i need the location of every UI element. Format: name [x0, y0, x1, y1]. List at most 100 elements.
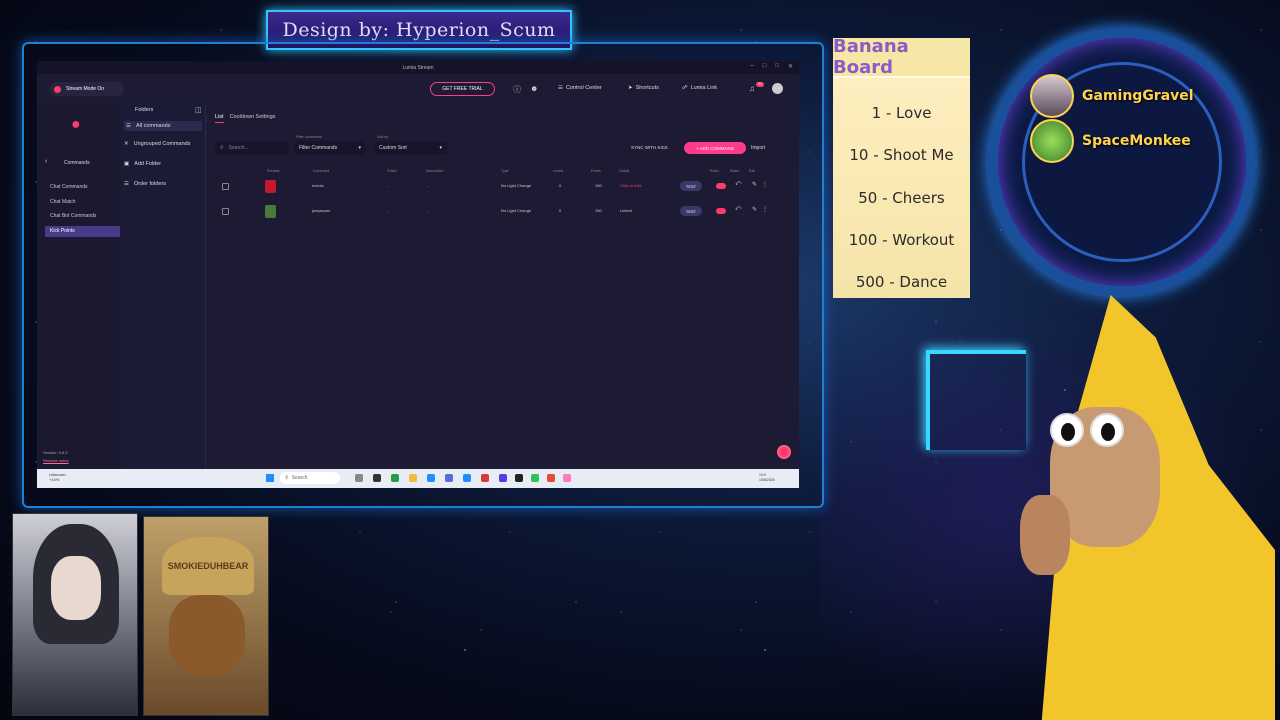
sliders-icon: ☰: [558, 85, 563, 91]
row-checkbox[interactable]: [222, 183, 229, 190]
avatar[interactable]: [772, 83, 783, 94]
more-icon[interactable]: ⋮: [762, 181, 768, 188]
col-share: Share: [730, 169, 740, 173]
import-button[interactable]: Import: [751, 145, 765, 151]
col-levels: Levels: [553, 169, 564, 173]
row-command: jumpscare: [312, 208, 331, 213]
nav-item-chat-commands[interactable]: Chat Commands: [50, 184, 88, 190]
app-window: Lumia Stream – □ □ ✕ Stream Mode On GET …: [37, 61, 799, 469]
main-nav: ● ‹ Commands Chat Commands Chat Match Ch…: [37, 104, 121, 469]
nav-item-kick-points[interactable]: Kick Points: [50, 228, 75, 234]
lumia-link-button[interactable]: ☍ Lumia Link: [682, 85, 717, 91]
taskbar-clock[interactable]: 10:0 10/8/2025: [759, 473, 775, 483]
edit-icon[interactable]: ✎: [752, 181, 757, 188]
table-row[interactable]: jumpscare - - No Light Change 0 150 Link…: [207, 204, 799, 222]
help-icon[interactable]: ⓘ: [513, 84, 521, 95]
col-type: Type: [501, 169, 509, 173]
collapse-panel-icon[interactable]: ◫: [195, 106, 202, 114]
row-checkbox[interactable]: [222, 208, 229, 215]
test-button[interactable]: TEST: [680, 181, 702, 191]
shortcuts-button[interactable]: ➤ Shortcuts: [628, 85, 659, 91]
taskbar-app-icon[interactable]: [445, 474, 453, 482]
add-folder-button[interactable]: ▣ Add Folder: [124, 161, 161, 167]
lumia-taskbar-icon[interactable]: [563, 474, 571, 482]
back-chevron-icon[interactable]: ‹: [45, 158, 47, 165]
window-title: Lumia Stream: [402, 64, 434, 71]
folder-all-label: All commands: [135, 123, 171, 129]
preview-thumbnail: [265, 205, 276, 218]
folder-plus-icon: ▣: [124, 161, 130, 167]
row-type: No Light Change: [501, 208, 532, 213]
maximize-icon[interactable]: □: [775, 63, 779, 70]
release-notes-link[interactable]: Release notes: [43, 458, 69, 463]
close-icon[interactable]: ✕: [788, 63, 793, 70]
lumia-link-label: Lumia Link: [690, 85, 718, 91]
googly-eye-icon: [1090, 413, 1124, 447]
row-command: ecbols: [312, 183, 324, 188]
sort-select[interactable]: Custom Sort ▾: [374, 141, 447, 155]
taskbar-app-icon[interactable]: [391, 474, 399, 482]
search-field[interactable]: ⚲ Search...: [215, 141, 289, 155]
edit-icon[interactable]: ✎: [752, 206, 757, 213]
clock-date: 10/8/2025: [759, 478, 775, 482]
nav-item-chat-match[interactable]: Chat Match: [50, 199, 76, 205]
share-icon[interactable]: ⤺: [735, 181, 741, 188]
add-command-button[interactable]: + ADD COMMAND: [684, 142, 746, 154]
table-row[interactable]: ecbols - - No Light Change 0 150 Click t…: [207, 179, 799, 197]
folder-icon[interactable]: [409, 474, 417, 482]
tab-bar: List Cooldown Settings: [215, 114, 275, 123]
taskbar-app-icon[interactable]: [373, 474, 381, 482]
col-points: Points: [591, 169, 601, 173]
spotify-icon[interactable]: [531, 474, 539, 482]
minimize-icon[interactable]: –: [750, 63, 753, 70]
taskbar-app-icon[interactable]: [355, 474, 363, 482]
folder-all-commands[interactable]: ☰ All commands: [124, 121, 202, 131]
lumia-logo-icon: ●: [71, 116, 81, 133]
taskbar-app-icon[interactable]: [463, 474, 471, 482]
dropdown-arrow-icon: ▾: [358, 145, 361, 151]
subscriber-name: GamingGravel: [1082, 88, 1194, 104]
preview-thumbnail: [265, 180, 276, 193]
col-command: Command: [313, 169, 330, 173]
sort-value: Custom Sort: [379, 145, 407, 151]
taskbar-app-icon[interactable]: [481, 474, 489, 482]
control-center-button[interactable]: ☰ Control Center: [558, 85, 602, 91]
folder-ungrouped-label: Ungrouped Commands: [133, 141, 191, 147]
streamer-banana-costume: [1000, 295, 1275, 720]
sync-with-kick-button[interactable]: SYNC WITH KICK: [631, 145, 668, 150]
free-trial-button[interactable]: GET FREE TRIAL: [430, 82, 495, 96]
bell-icon[interactable]: ♫: [749, 84, 755, 93]
tab-list[interactable]: List: [215, 114, 224, 123]
row-global[interactable]: Linked: [620, 208, 632, 213]
folder-panel: Folders ◫ ☰ All commands ✕ Ungrouped Comma…: [121, 104, 206, 469]
more-icon[interactable]: ⋮: [762, 206, 768, 213]
chrome-icon[interactable]: [547, 474, 555, 482]
weather-widget[interactable]: Unknown +14%: [49, 472, 66, 482]
nav-item-chat-bot-commands[interactable]: Chat Bot Commands: [50, 213, 96, 219]
folder-ungrouped[interactable]: ✕ Ungrouped Commands: [124, 141, 190, 147]
tab-cooldown-settings[interactable]: Cooldown Settings: [230, 114, 276, 123]
row-global[interactable]: Click to Edit: [620, 183, 641, 188]
taskbar-app-icon[interactable]: [499, 474, 507, 482]
order-folders-button[interactable]: ☰ Order folders: [124, 181, 166, 187]
commands-main: List Cooldown Settings ⚲ Search... Filte…: [207, 104, 799, 469]
subscriber-avatar: [1030, 74, 1074, 118]
rules-toggle[interactable]: [716, 183, 726, 189]
user-icon[interactable]: ☻: [530, 84, 538, 93]
share-icon[interactable]: ⤺: [735, 206, 741, 213]
sort-label: Sort by: [377, 135, 389, 139]
test-button[interactable]: TEST: [680, 206, 702, 216]
pin-icon: ➤: [628, 85, 633, 91]
record-fab-button[interactable]: [777, 445, 791, 459]
row-description: -: [427, 208, 429, 213]
taskbar-search[interactable]: ⚲ Search: [280, 472, 340, 484]
control-center-label: Control Center: [565, 85, 602, 91]
filter-select[interactable]: Filter Commands ▾: [294, 141, 366, 155]
restore-icon[interactable]: □: [763, 63, 767, 70]
taskbar-app-icon[interactable]: [515, 474, 523, 482]
edge-icon[interactable]: [427, 474, 435, 482]
rules-toggle[interactable]: [716, 208, 726, 214]
stream-mode-toggle[interactable]: Stream Mode On: [50, 82, 124, 96]
windows-start-icon[interactable]: [266, 474, 274, 482]
search-icon: ⚲: [220, 145, 224, 151]
